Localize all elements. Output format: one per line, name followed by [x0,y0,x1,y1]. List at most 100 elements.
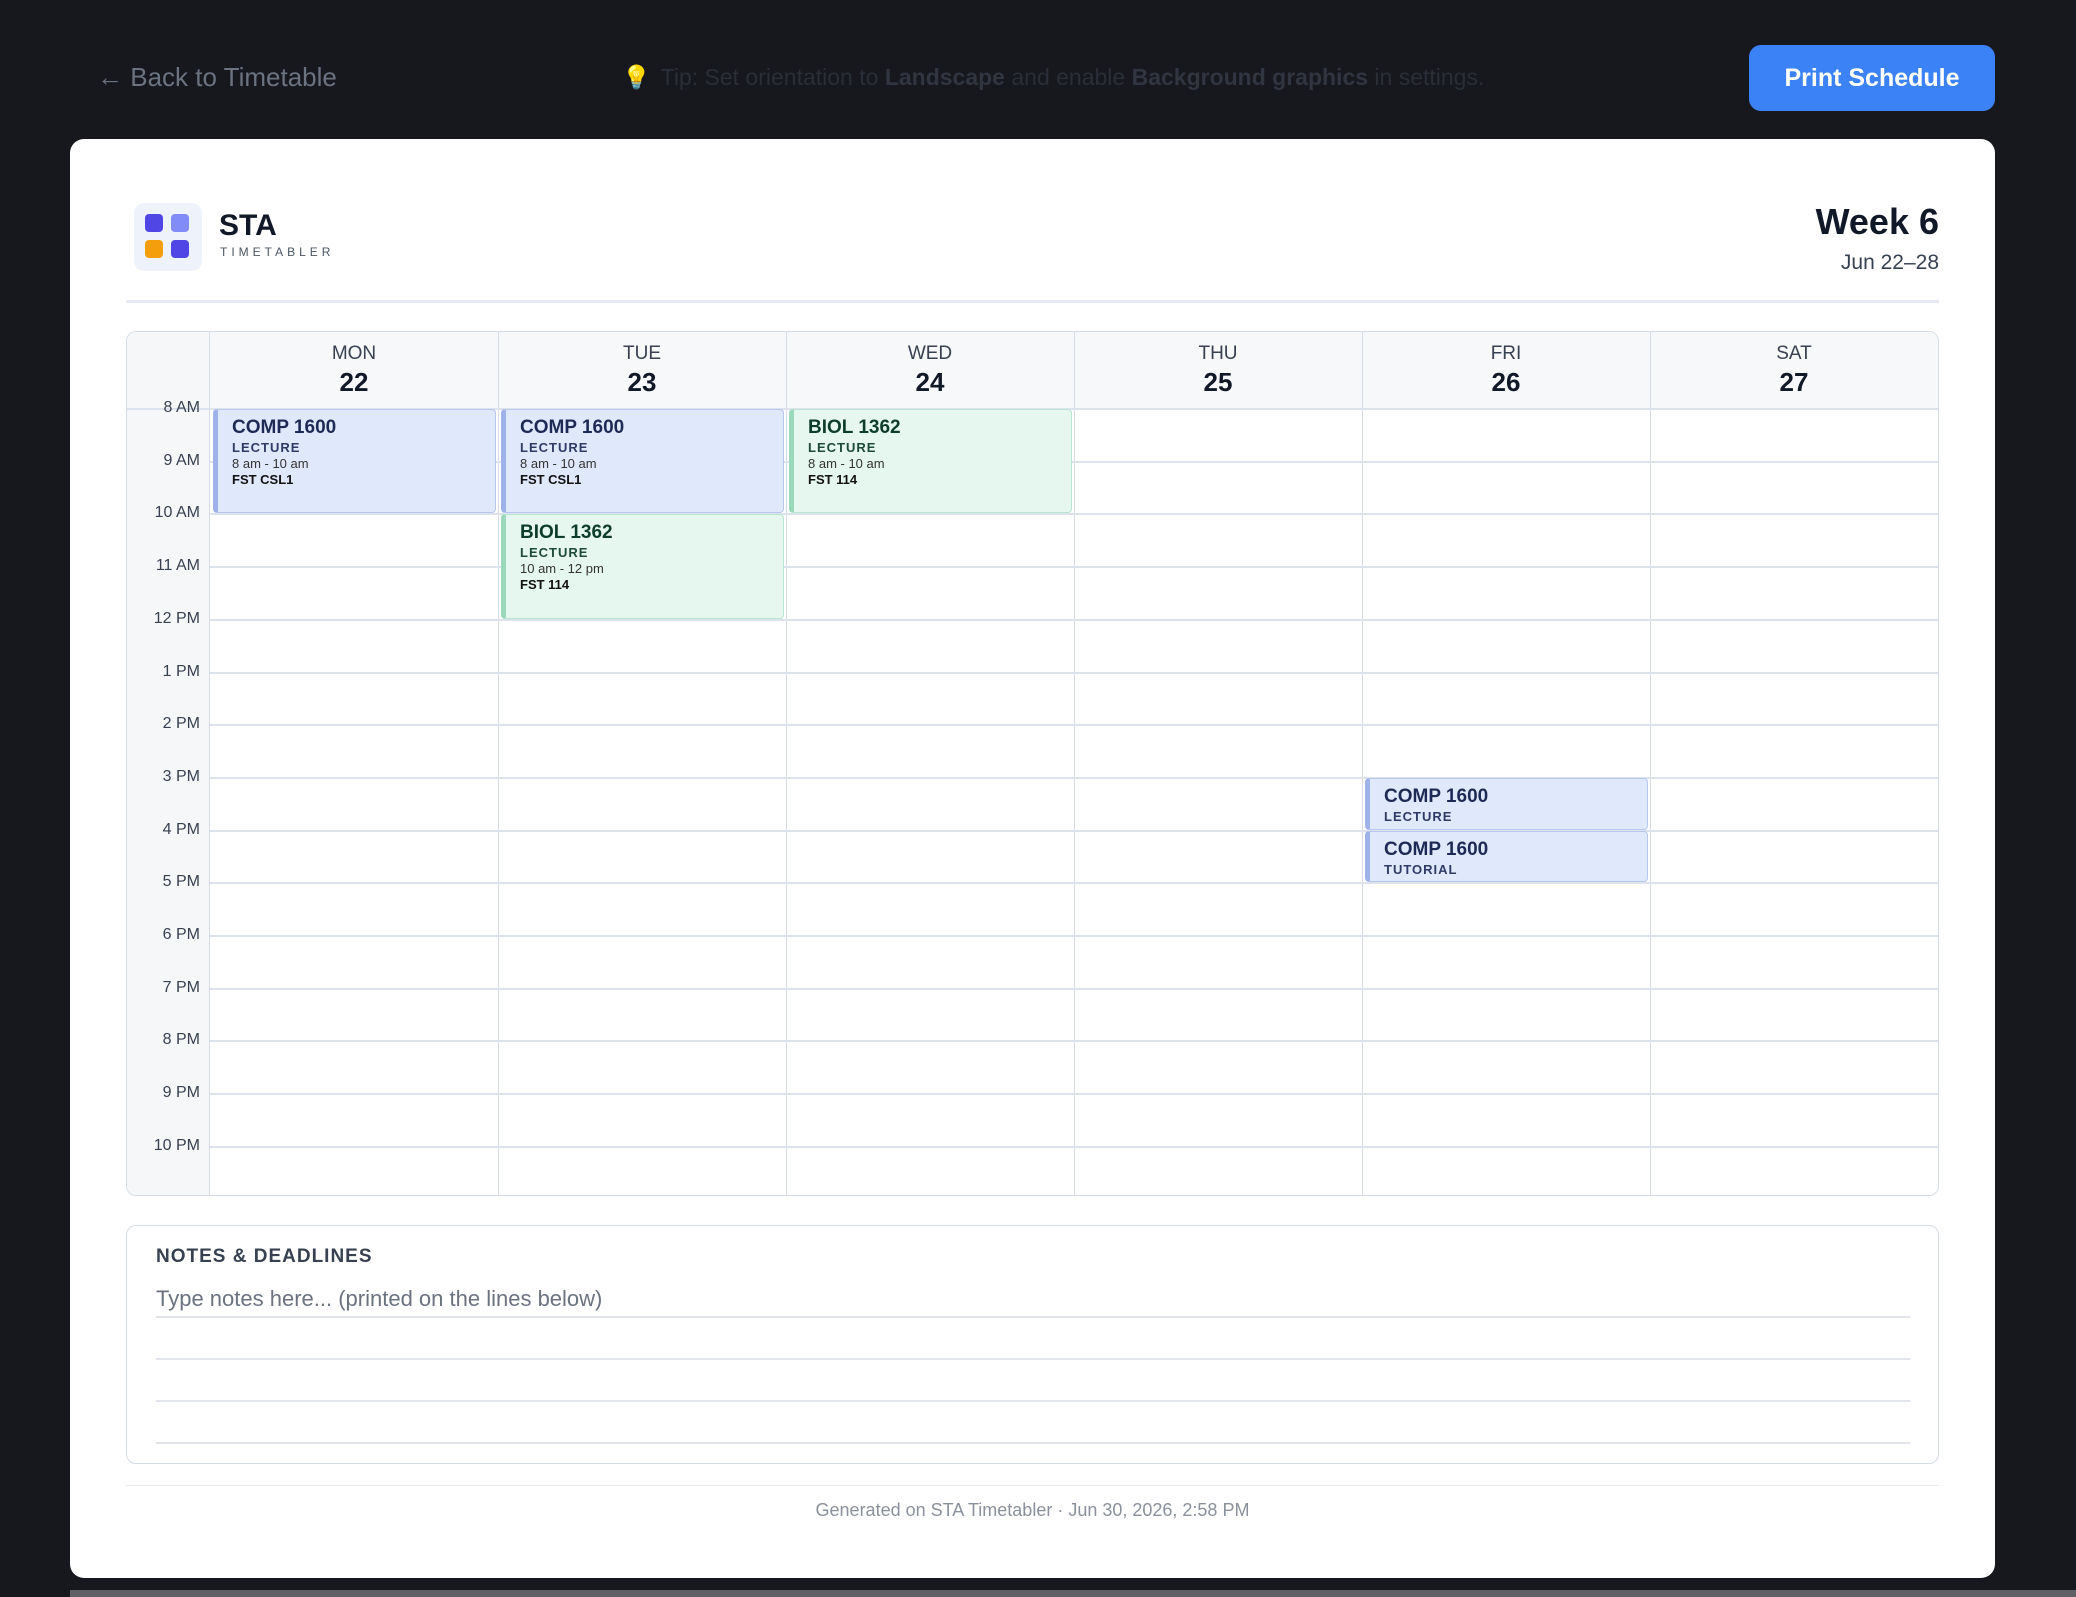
tip-text-mid: and enable [1004,64,1132,90]
brand-subtitle: TIMETABLER [220,245,335,259]
event-type: TUTORIAL [1384,861,1458,877]
time-label: 11 AM [155,557,200,575]
event-title: COMP 1600 [1384,785,1489,807]
day-name: THU [1198,343,1238,364]
generated-footer: Generated on STA Timetabler · Jun 30, 20… [815,1500,1250,1520]
note-line [156,1358,1910,1360]
day-header-thu: THU 25 [1074,332,1362,409]
hour-gridline [210,618,1938,621]
time-label: 7 PM [162,978,200,996]
event-time: 8 am - 10 am [808,456,885,471]
event-room: FST 114 [520,577,570,593]
hour-gridline [210,724,1938,727]
day-name: MON [331,343,377,364]
day-header-sat: SAT 27 [1650,332,1938,409]
header-divider [126,300,1939,303]
footer-divider [126,1485,1939,1486]
event-block[interactable]: COMP 1600 TUTORIAL [1365,830,1648,883]
event-block[interactable]: COMP 1600 LECTURE [1365,777,1648,830]
event-type: LECTURE [232,440,301,455]
logo-square-2 [171,214,189,232]
day-header-fri: FRI 26 [1362,332,1650,409]
tip-bold-background-graphics: Background graphics [1131,64,1369,90]
print-tip: 💡 Tip: Set orientation to Landscape and e… [622,64,1484,91]
day-name: FRI [1490,343,1522,364]
brand-logo-icon [134,203,202,271]
event-block[interactable]: BIOL 1362 LECTURE 10 am - 12 pm FST 114 [501,514,784,619]
event-block[interactable]: COMP 1600 LECTURE 8 am - 10 am FST CSL1 [501,409,784,514]
hour-gridline [210,935,1938,937]
event-type: LECTURE [808,440,877,455]
event-title: BIOL 1362 [520,522,613,544]
day-date: 26 [1491,367,1521,397]
time-label: 12 PM [153,609,200,627]
time-label: 10 PM [153,1136,200,1154]
event-type: LECTURE [1384,808,1453,824]
hour-gridline [210,987,1938,990]
time-label: 10 AM [154,504,200,522]
top-toolbar: ← Back to Timetable 💡 Tip: Set orientatio… [0,0,2076,139]
notes-title: NOTES & DEADLINES [156,1246,373,1267]
time-label: 2 PM [162,715,200,733]
logo-square-4 [171,240,189,258]
back-to-timetable-link[interactable]: ← Back to Timetable [97,62,337,93]
week-title: Week 6 [1815,201,1939,242]
time-label: 4 PM [162,820,200,838]
day-header-wed: WED 24 [786,332,1074,409]
event-time: 8 am - 10 am [520,456,597,471]
brand-name: STA [219,209,277,242]
time-label: 6 PM [162,926,200,943]
window-bottom-edge [70,1590,2076,1597]
hour-gridline [210,776,1938,779]
event-title: COMP 1600 [520,417,625,438]
event-title: COMP 1600 [232,417,337,438]
event-title: BIOL 1362 [808,417,901,438]
hour-gridline [210,513,1938,516]
hour-gridline [210,829,1938,832]
event-room: FST 114 [808,472,858,487]
day-date: 24 [915,367,945,397]
notes-panel: NOTES & DEADLINES [126,1225,1939,1464]
time-label: 8 AM [163,399,200,416]
notes-input[interactable] [156,1280,1910,1318]
schedule-sheet: STA TIMETABLER Week 6 Jun 22–28 MON 22 TUE… [70,139,1995,1578]
time-label: 5 PM [162,873,200,891]
timetable-grid: MON 22 TUE 23 WED 24 THU 25 FRI 26 SAT 27 8 AM 9 AM 10… [126,331,1939,1196]
hour-gridline [210,1040,1938,1043]
hour-gridline [210,671,1938,674]
day-date: 27 [1779,367,1809,397]
event-type: LECTURE [520,440,589,455]
day-date: 22 [339,367,369,397]
hour-gridline [210,1145,1938,1148]
event-title: COMP 1600 [1384,838,1489,860]
tip-text-prefix: Tip: Set orientation to [660,64,885,90]
time-label: 8 PM [162,1031,200,1049]
tip-text-suffix: in settings. [1368,64,1485,90]
note-line [156,1316,1910,1318]
time-label: 1 PM [162,662,200,680]
lightbulb-icon: 💡 [622,64,651,90]
hour-gridline [210,566,1938,569]
day-name: SAT [1776,343,1812,364]
day-date: 25 [1203,367,1233,397]
note-line [156,1442,1910,1444]
event-block[interactable]: BIOL 1362 LECTURE 8 am - 10 am FST 114 [789,409,1072,514]
time-label: 9 AM [163,451,200,469]
time-label: 3 PM [162,767,200,785]
event-room: FST CSL1 [232,472,294,487]
day-header-tue: TUE 23 [498,332,786,409]
event-room: FST CSL1 [520,472,582,487]
hour-gridline [210,1093,1938,1096]
tip-bold-landscape: Landscape [884,64,1005,90]
time-label: 9 PM [162,1084,200,1102]
logo-square-3 [145,240,163,258]
print-schedule-button[interactable]: Print Schedule [1749,45,1995,111]
event-type: LECTURE [520,545,589,561]
note-line [156,1400,1910,1402]
day-name: TUE [623,343,661,364]
logo-square-1 [145,214,163,232]
event-time: 8 am - 10 am [232,456,309,471]
event-block[interactable]: COMP 1600 LECTURE 8 am - 10 am FST CSL1 [213,409,496,514]
day-header-mon: MON 22 [210,332,498,409]
day-name: WED [907,343,953,364]
